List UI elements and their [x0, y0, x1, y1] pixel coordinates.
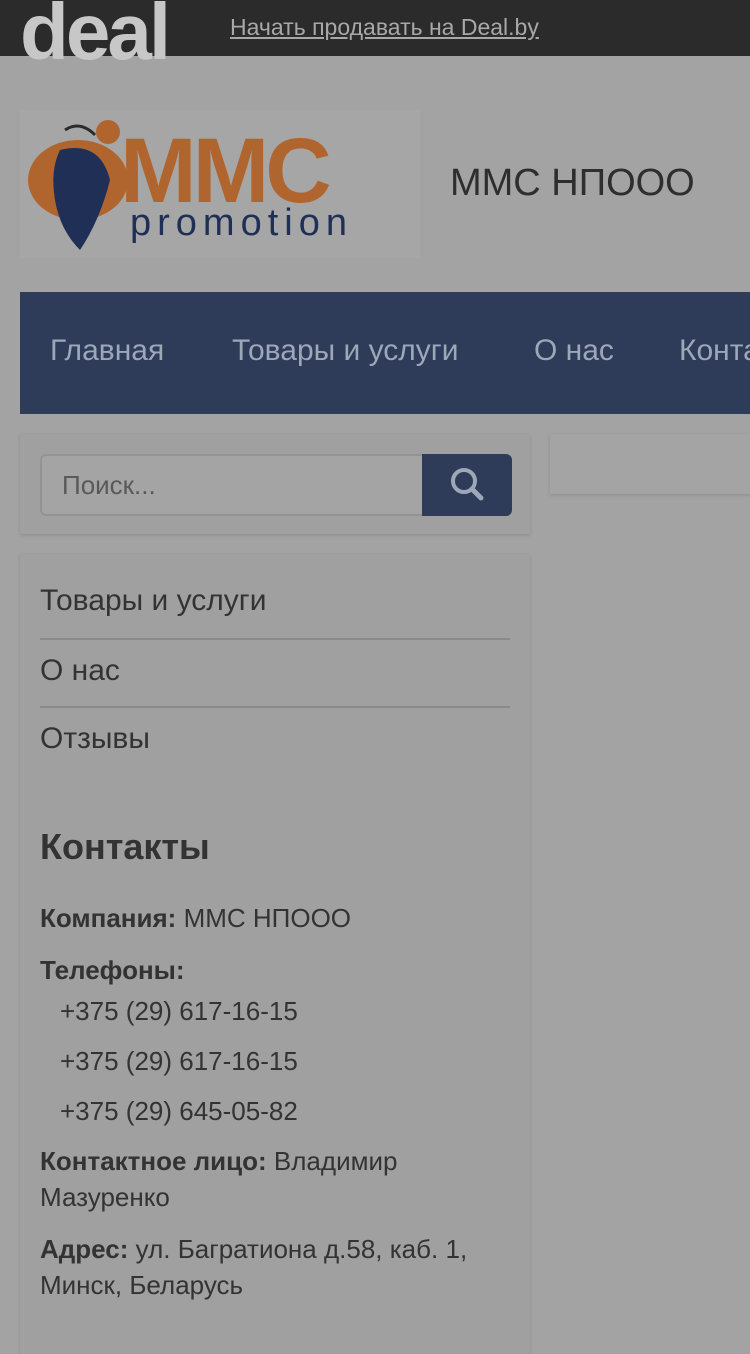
search-icon — [451, 468, 484, 501]
phones-label: Телефоны: — [40, 955, 185, 985]
sidebar-item-products[interactable]: Товары и услуги — [40, 584, 510, 618]
phone-number[interactable]: +375 (29) 617-16-15 — [60, 1046, 298, 1077]
sidebar-card: Товары и услуги О нас Отзывы Контакты Ко… — [20, 554, 530, 1354]
company-line: Компания: ММС НПООО — [40, 900, 510, 936]
deal-logo[interactable]: deal — [20, 0, 168, 64]
nav-item-home[interactable]: Главная — [50, 334, 164, 368]
contact-person-label: Контактное лицо: — [40, 1146, 267, 1176]
company-label: Компания: — [40, 903, 177, 933]
search-button[interactable] — [422, 454, 512, 516]
phone-number[interactable]: +375 (29) 645-05-82 — [60, 1096, 298, 1127]
start-selling-link[interactable]: Начать продавать на Deal.by — [230, 14, 539, 41]
address-line: Адрес: ул. Багратиона д.58, каб. 1, Минс… — [40, 1231, 510, 1303]
company-value: ММС НПООО — [183, 903, 352, 933]
phone-number[interactable]: +375 (29) 617-16-15 — [60, 996, 298, 1027]
nav-item-products[interactable]: Товары и услуги — [232, 334, 459, 368]
search-input[interactable] — [40, 454, 424, 516]
divider — [40, 638, 510, 640]
content-card — [550, 434, 750, 494]
company-title: ММС НПООО — [450, 162, 695, 204]
company-logo[interactable]: MMC promotion — [20, 110, 420, 258]
address-label: Адрес: — [40, 1234, 129, 1264]
nav-item-contacts[interactable]: Контакты — [679, 334, 750, 368]
svg-text:promotion: promotion — [130, 202, 353, 244]
sidebar-item-reviews[interactable]: Отзывы — [40, 722, 510, 756]
search-card — [20, 434, 530, 534]
divider — [40, 706, 510, 708]
main-nav: Главная Товары и услуги О нас Контакты — [20, 292, 750, 414]
contact-person-line: Контактное лицо: Владимир Мазуренко — [40, 1143, 510, 1215]
nav-item-about[interactable]: О нас — [534, 334, 614, 368]
contacts-title: Контакты — [40, 826, 210, 867]
sidebar-item-about[interactable]: О нас — [40, 654, 510, 688]
top-bar: deal Начать продавать на Deal.by — [0, 0, 750, 64]
